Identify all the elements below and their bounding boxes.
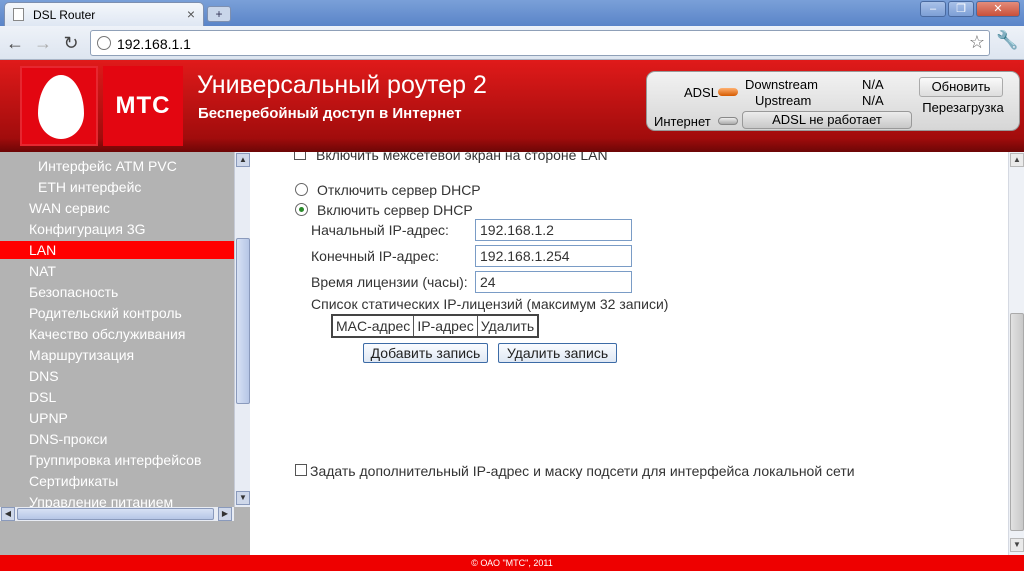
browser-titlebar: DSL Router × + ‒ ❐ ✕ [0, 0, 1024, 26]
internet-led-icon [718, 117, 738, 125]
sidebar-item-dns-proxy[interactable]: DNS-прокси [29, 430, 107, 448]
adsl-status-message: ADSL не работает [742, 111, 912, 129]
wrench-icon[interactable]: 🔧 [996, 30, 1018, 51]
end-ip-label: Конечный IP-адрес: [311, 248, 440, 264]
dhcp-on-radio[interactable] [295, 203, 308, 216]
sidebar-menu: Интерфейс ATM PVC ETH интерфейс WAN серв… [0, 152, 234, 507]
footer-copyright: © ОАО "МТС", 2011 [0, 555, 1024, 571]
lan-settings-panel: Включить межсетевой экран на стороне LAN… [250, 152, 1008, 555]
static-leases-label: Список статических IP-лицензий (максимум… [311, 296, 669, 312]
sidebar-hscroll-thumb[interactable] [17, 508, 214, 520]
delete-entry-button[interactable]: Удалить запись [498, 343, 617, 363]
start-ip-input[interactable] [475, 219, 632, 241]
start-ip-label: Начальный IP-адрес: [311, 222, 449, 238]
downstream-label: Downstream [745, 77, 818, 92]
sidebar-item-wan-service[interactable]: WAN сервис [29, 199, 110, 217]
sidebar-item-dsl[interactable]: DSL [29, 388, 56, 406]
router-header: МТС Универсальный роутер 2 Бесперебойный… [0, 60, 1024, 152]
mts-egg-logo [20, 66, 98, 146]
egg-icon [38, 75, 84, 139]
refresh-button[interactable]: Обновить [919, 77, 1003, 97]
sidebar-scroll-thumb[interactable] [236, 238, 250, 404]
reboot-button[interactable]: Перезагрузка [919, 99, 1007, 119]
maximize-button[interactable]: ❐ [948, 1, 974, 17]
ip-column-header: IP-адрес [413, 314, 478, 338]
sidebar-item-upnp[interactable]: UPNP [29, 409, 68, 427]
back-arrow-icon[interactable]: ← [4, 32, 26, 54]
extra-ip-checkbox[interactable] [295, 464, 307, 476]
url-text[interactable]: 192.168.1.1 [117, 36, 191, 52]
globe-icon [97, 36, 111, 50]
sidebar-item-routing[interactable]: Маршрутизация [29, 346, 134, 364]
sidebar-item-security[interactable]: Безопасность [29, 283, 118, 301]
sidebar: Интерфейс ATM PVC ETH интерфейс WAN серв… [0, 152, 250, 555]
table-header-row: MAC-адрес IP-адрес Удалить [331, 314, 539, 338]
forward-arrow-icon[interactable]: → [32, 32, 54, 54]
sidebar-item-parental-control[interactable]: Родительский контроль [29, 304, 182, 322]
scroll-up-icon[interactable]: ▲ [236, 153, 250, 167]
address-bar[interactable]: 192.168.1.1 ☆ [90, 30, 990, 56]
firewall-lan-checkbox[interactable] [294, 152, 306, 160]
window-controls: ‒ ❐ ✕ [920, 1, 1020, 17]
main-vertical-scrollbar[interactable]: ▲ ▼ [1008, 152, 1024, 555]
connection-status-panel: ADSL Downstream N/A Upstream N/A Интерне… [646, 71, 1020, 131]
sidebar-item-certificates[interactable]: Сертификаты [29, 472, 118, 490]
upstream-value: N/A [862, 93, 884, 108]
browser-toolbar: ← → ↻ 192.168.1.1 ☆ 🔧 [0, 26, 1024, 60]
bookmark-star-icon[interactable]: ☆ [969, 32, 985, 53]
scroll-right-icon[interactable]: ▶ [218, 507, 232, 521]
new-tab-button[interactable]: + [207, 6, 231, 22]
delete-column-header: Удалить [476, 314, 539, 338]
sidebar-vertical-scrollbar[interactable]: ▲ ▼ [234, 152, 250, 507]
sidebar-item-lan[interactable]: LAN [0, 241, 234, 259]
tab-close-icon[interactable]: × [187, 6, 195, 22]
sidebar-item-atm-pvc[interactable]: Интерфейс ATM PVC [38, 157, 177, 175]
static-leases-table: MAC-адрес IP-адрес Удалить [331, 314, 540, 338]
add-entry-button[interactable]: Добавить запись [363, 343, 488, 363]
extra-ip-label: Задать дополнительный IP-адрес и маску п… [310, 463, 855, 479]
sidebar-item-power-management[interactable]: Управление питанием [29, 493, 173, 507]
page-subtitle: Бесперебойный доступ в Интернет [198, 105, 462, 122]
lease-time-input[interactable] [475, 271, 632, 293]
main-scroll-thumb[interactable] [1010, 313, 1024, 531]
scroll-down-icon[interactable]: ▼ [236, 491, 250, 505]
browser-tab[interactable]: DSL Router × [4, 2, 204, 26]
sidebar-item-dns[interactable]: DNS [29, 367, 59, 385]
sidebar-item-nat[interactable]: NAT [29, 262, 56, 280]
mts-brand-logo: МТС [103, 66, 183, 146]
end-ip-input[interactable] [475, 245, 632, 267]
minimize-button[interactable]: ‒ [920, 1, 946, 17]
main-scroll-up-icon[interactable]: ▲ [1010, 153, 1024, 167]
downstream-value: N/A [862, 77, 884, 92]
page-title: Универсальный роутер 2 [197, 71, 487, 99]
adsl-label: ADSL [684, 85, 718, 100]
tab-title: DSL Router [33, 8, 96, 22]
firewall-lan-label: Включить межсетевой экран на стороне LAN [316, 152, 608, 163]
reload-icon[interactable]: ↻ [60, 32, 82, 54]
scroll-left-icon[interactable]: ◀ [1, 507, 15, 521]
sidebar-item-eth[interactable]: ETH интерфейс [38, 178, 141, 196]
upstream-label: Upstream [755, 93, 812, 108]
main-scroll-down-icon[interactable]: ▼ [1010, 538, 1024, 552]
close-window-button[interactable]: ✕ [976, 1, 1020, 17]
internet-label: Интернет [654, 114, 711, 129]
sidebar-item-interface-grouping[interactable]: Группировка интерфейсов [29, 451, 201, 469]
lease-time-label: Время лицензии (часы): [311, 274, 468, 290]
sidebar-item-qos[interactable]: Качество обслуживания [29, 325, 185, 343]
page-icon [13, 8, 24, 21]
dhcp-on-label: Включить сервер DHCP [317, 202, 473, 218]
mac-column-header: MAC-адрес [331, 314, 415, 338]
sidebar-item-3g[interactable]: Конфигурация 3G [29, 220, 146, 238]
dhcp-off-radio[interactable] [295, 183, 308, 196]
adsl-led-icon [718, 88, 738, 96]
sidebar-horizontal-scrollbar[interactable]: ◀ ▶ [0, 507, 234, 521]
dhcp-off-label: Отключить сервер DHCP [317, 182, 481, 198]
